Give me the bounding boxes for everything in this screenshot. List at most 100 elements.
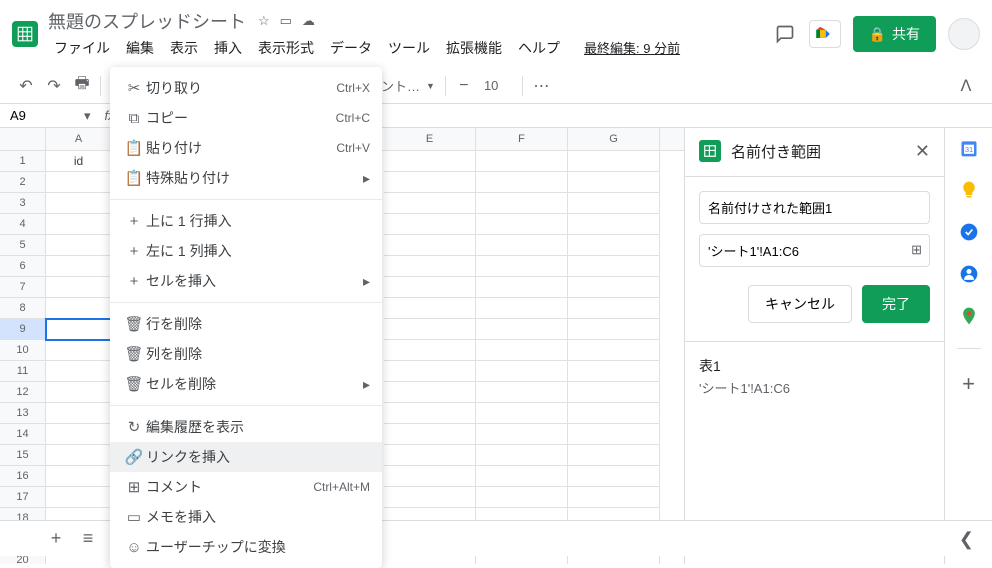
- cancel-button[interactable]: キャンセル: [748, 285, 852, 323]
- cell[interactable]: [46, 382, 112, 403]
- cell[interactable]: [384, 256, 476, 277]
- cell[interactable]: [568, 319, 660, 340]
- cell[interactable]: [46, 256, 112, 277]
- cell[interactable]: [46, 361, 112, 382]
- font-size-minus[interactable]: −: [450, 74, 478, 98]
- cell[interactable]: [476, 214, 568, 235]
- cell[interactable]: [384, 151, 476, 172]
- cell[interactable]: [46, 403, 112, 424]
- cell[interactable]: [46, 445, 112, 466]
- row-header[interactable]: 17: [0, 487, 46, 508]
- cell[interactable]: [46, 487, 112, 508]
- ctx-paste[interactable]: 📋貼り付けCtrl+V: [110, 133, 382, 163]
- ctx-paste-special[interactable]: 📋特殊貼り付け▸: [110, 163, 382, 193]
- tasks-icon[interactable]: [959, 222, 979, 242]
- done-button[interactable]: 完了: [862, 285, 930, 323]
- cell[interactable]: [384, 487, 476, 508]
- cell[interactable]: [384, 319, 476, 340]
- named-range-item[interactable]: 表1 'シート1'!A1:C6: [685, 341, 944, 411]
- cell[interactable]: [384, 466, 476, 487]
- col-header-f[interactable]: F: [476, 128, 568, 150]
- cell[interactable]: [46, 340, 112, 361]
- cell[interactable]: [568, 382, 660, 403]
- cell[interactable]: [384, 277, 476, 298]
- cell[interactable]: [384, 193, 476, 214]
- cell[interactable]: [46, 277, 112, 298]
- cell[interactable]: [46, 319, 112, 340]
- row-header[interactable]: 10: [0, 340, 46, 361]
- select-all-corner[interactable]: [0, 128, 46, 150]
- comments-history-icon[interactable]: [773, 22, 797, 46]
- cell[interactable]: [476, 466, 568, 487]
- row-header[interactable]: 14: [0, 424, 46, 445]
- name-box[interactable]: [6, 106, 78, 125]
- cell[interactable]: [568, 445, 660, 466]
- cell[interactable]: [568, 214, 660, 235]
- cell[interactable]: [384, 361, 476, 382]
- cell[interactable]: [384, 214, 476, 235]
- ctx-delete-cells[interactable]: 🗑セルを削除▸: [110, 369, 382, 399]
- col-header-a[interactable]: A: [46, 128, 112, 150]
- add-addon-icon[interactable]: +: [959, 371, 979, 391]
- col-header-e[interactable]: E: [384, 128, 476, 150]
- menu-file[interactable]: ファイル: [48, 36, 116, 60]
- cell[interactable]: [384, 445, 476, 466]
- sheets-logo[interactable]: [12, 21, 38, 47]
- menu-data[interactable]: データ: [324, 36, 378, 60]
- row-header[interactable]: 3: [0, 193, 46, 214]
- row-header[interactable]: 1: [0, 151, 46, 172]
- cell[interactable]: [46, 235, 112, 256]
- row-header[interactable]: 2: [0, 172, 46, 193]
- cell[interactable]: [384, 424, 476, 445]
- menu-edit[interactable]: 編集: [120, 36, 160, 60]
- cell[interactable]: [568, 466, 660, 487]
- all-sheets-button[interactable]: ≡: [72, 525, 104, 553]
- cell[interactable]: [568, 277, 660, 298]
- ctx-edit-history[interactable]: ↻編集履歴を表示: [110, 412, 382, 442]
- cell[interactable]: [476, 193, 568, 214]
- print-icon[interactable]: 🖶: [68, 74, 96, 98]
- cell[interactable]: [46, 298, 112, 319]
- cell[interactable]: [568, 172, 660, 193]
- cell[interactable]: [476, 172, 568, 193]
- ctx-cut[interactable]: ✂切り取りCtrl+X: [110, 73, 382, 103]
- font-selector[interactable]: ント…▼: [375, 76, 441, 95]
- account-avatar[interactable]: [948, 18, 980, 50]
- cell[interactable]: [384, 382, 476, 403]
- cell[interactable]: [568, 193, 660, 214]
- cell[interactable]: [476, 445, 568, 466]
- meet-icon[interactable]: [809, 20, 841, 48]
- cloud-status-icon[interactable]: ☁: [302, 13, 315, 29]
- ctx-insert-col[interactable]: +左に 1 列挿入: [110, 236, 382, 266]
- menu-help[interactable]: ヘルプ: [512, 36, 566, 60]
- ctx-insert-link[interactable]: 🔗リンクを挿入: [110, 442, 382, 472]
- cell[interactable]: [568, 298, 660, 319]
- move-icon[interactable]: ▭: [280, 13, 292, 29]
- col-header-g[interactable]: G: [568, 128, 660, 150]
- cell[interactable]: [476, 298, 568, 319]
- cell[interactable]: [476, 361, 568, 382]
- cell[interactable]: id: [46, 151, 112, 172]
- redo-icon[interactable]: ↷: [40, 74, 68, 98]
- namebox-dropdown-icon[interactable]: ▾: [78, 108, 97, 124]
- cell[interactable]: [568, 361, 660, 382]
- cell[interactable]: [568, 151, 660, 172]
- star-icon[interactable]: ☆: [258, 13, 270, 29]
- ctx-delete-row[interactable]: 🗑行を削除: [110, 309, 382, 339]
- close-icon[interactable]: ✕: [915, 141, 930, 162]
- row-header[interactable]: 7: [0, 277, 46, 298]
- cell[interactable]: [568, 403, 660, 424]
- ctx-delete-col[interactable]: 🗑列を削除: [110, 339, 382, 369]
- menu-extensions[interactable]: 拡張機能: [440, 36, 508, 60]
- ctx-note[interactable]: ▭メモを挿入: [110, 502, 382, 532]
- menu-format[interactable]: 表示形式: [252, 36, 320, 60]
- row-header[interactable]: 16: [0, 466, 46, 487]
- cell[interactable]: [476, 403, 568, 424]
- cell[interactable]: [568, 424, 660, 445]
- maps-icon[interactable]: [959, 306, 979, 326]
- row-header[interactable]: 8: [0, 298, 46, 319]
- row-header[interactable]: 13: [0, 403, 46, 424]
- explore-icon[interactable]: ❮: [959, 529, 974, 550]
- row-header[interactable]: 9: [0, 319, 46, 340]
- row-header[interactable]: 12: [0, 382, 46, 403]
